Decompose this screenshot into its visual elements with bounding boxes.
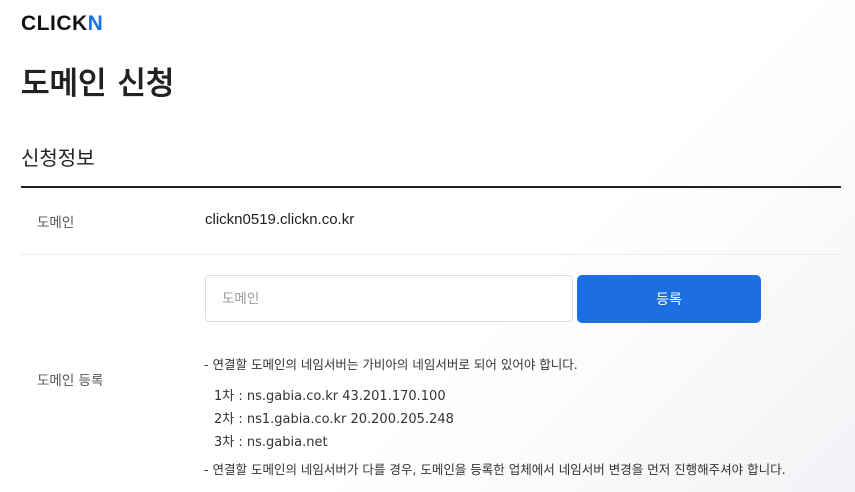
domain-input[interactable] <box>205 275 573 322</box>
nameserver-notice: - 연결할 도메인의 네임서버는 가비아의 네임서버로 되어 있어야 합니다. <box>204 357 578 372</box>
logo-main-text: CLICK <box>21 12 88 35</box>
nameserver-secondary: 2차 : ns1.gabia.co.kr 20.200.205.248 <box>214 412 454 427</box>
clickn-logo[interactable]: CLICKN <box>21 12 103 36</box>
domain-value: clickn0519.clickn.co.kr <box>205 211 355 228</box>
register-button[interactable]: 등록 <box>577 275 761 323</box>
row-divider <box>21 254 841 255</box>
nameserver-change-notice: - 연결할 도메인의 네임서버가 다를 경우, 도메인을 등록한 업체에서 네임… <box>204 462 786 477</box>
domain-label: 도메인 <box>37 215 75 231</box>
section-divider-top <box>21 186 841 188</box>
domain-register-label: 도메인 등록 <box>37 373 104 389</box>
logo-accent-text: N <box>87 12 104 35</box>
section-title: 신청정보 <box>21 146 95 170</box>
page-title: 도메인 신청 <box>21 66 175 102</box>
nameserver-primary: 1차 : ns.gabia.co.kr 43.201.170.100 <box>214 389 446 404</box>
nameserver-tertiary: 3차 : ns.gabia.net <box>214 435 328 450</box>
